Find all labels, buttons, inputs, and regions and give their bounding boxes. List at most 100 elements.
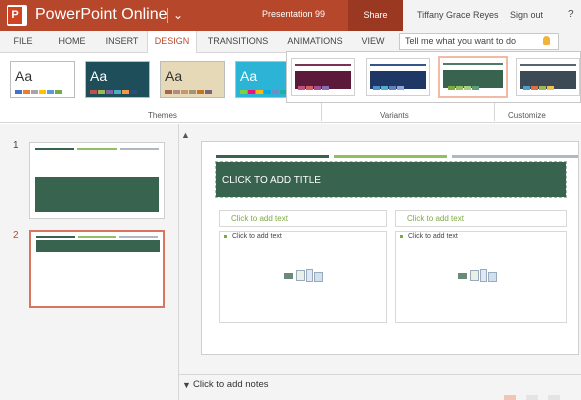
variant-swatches	[373, 86, 404, 90]
insert-picture-icon[interactable]	[306, 269, 313, 282]
left-header-placeholder[interactable]: Click to add text	[219, 210, 387, 227]
right-header-placeholder[interactable]: Click to add text	[395, 210, 567, 227]
insert-video-icon[interactable]	[488, 272, 497, 282]
color-swatch	[306, 86, 313, 90]
tab-insert[interactable]: INSERT	[101, 31, 143, 53]
sign-out-link[interactable]: Sign out	[510, 10, 543, 20]
variant-topline	[370, 64, 426, 66]
chevron-down-icon[interactable]: ⌄	[173, 6, 183, 24]
right-header-text: Click to add text	[407, 214, 464, 223]
title-bar: P PowerPoint Online ⌄ Presentation 99 Sh…	[0, 0, 581, 31]
slide-thumbnail-1[interactable]	[29, 142, 165, 219]
insert-content-icons[interactable]	[284, 269, 324, 285]
color-swatch	[314, 86, 321, 90]
tell-me-search-input[interactable]: Tell me what you want to do	[399, 33, 559, 50]
notes-placeholder[interactable]: Click to add notes	[193, 379, 269, 390]
slide-sorter-button[interactable]	[526, 395, 538, 400]
theme-thumbnail-parchment[interactable]: Aa	[160, 61, 225, 98]
slide-title-placeholder[interactable]: CLICK TO ADD TITLE	[215, 161, 567, 198]
color-swatch	[448, 86, 455, 90]
tab-animations[interactable]: ANIMATIONS	[281, 31, 349, 53]
variant-thumbnail-slate[interactable]	[516, 58, 580, 96]
variant-topline	[520, 64, 576, 66]
chevron-down-icon[interactable]: ▼	[182, 380, 191, 390]
color-swatch	[39, 90, 46, 94]
left-content-placeholder[interactable]: Click to add text	[219, 231, 387, 323]
color-swatch	[205, 90, 212, 94]
powerpoint-logo-icon[interactable]: P	[7, 5, 27, 26]
variants-group-label: Variants	[380, 111, 409, 120]
color-swatch	[322, 86, 329, 90]
share-button[interactable]: Share	[348, 0, 403, 31]
theme-thumbnail-dark[interactable]: Aa	[85, 61, 150, 98]
color-swatch	[531, 86, 538, 90]
insert-table-icon[interactable]	[470, 270, 479, 281]
color-swatch	[256, 90, 263, 94]
user-name[interactable]: Tiffany Grace Reyes	[417, 10, 499, 20]
slide-number: 1	[13, 140, 19, 151]
theme-thumbnail-office[interactable]: Aa	[10, 61, 75, 98]
variant-thumbnail-green[interactable]	[438, 56, 508, 98]
insert-smartart-icon[interactable]	[284, 273, 293, 279]
insert-table-icon[interactable]	[296, 270, 305, 281]
variant-swatches	[448, 86, 479, 90]
color-swatch	[248, 90, 255, 94]
variant-thumbnail-navy[interactable]	[366, 58, 430, 96]
insert-picture-icon[interactable]	[480, 269, 487, 282]
help-icon[interactable]: ?	[568, 9, 574, 20]
reading-view-button[interactable]	[548, 395, 560, 400]
color-swatch	[264, 90, 271, 94]
variant-thumbnail-purple[interactable]	[291, 58, 355, 96]
tab-view[interactable]: VIEW	[356, 31, 390, 53]
slide-canvas[interactable]: CLICK TO ADD TITLE Click to add text Cli…	[201, 141, 579, 355]
color-swatch	[130, 90, 137, 94]
slide-accent-lines	[216, 155, 578, 158]
theme-sample-text: Aa	[165, 68, 183, 84]
slide-thumbnail-2[interactable]	[29, 230, 165, 308]
color-swatch	[173, 90, 180, 94]
normal-view-button[interactable]	[504, 395, 516, 400]
right-content-text: Click to add text	[408, 233, 458, 240]
color-swatch	[122, 90, 129, 94]
color-swatch	[31, 90, 38, 94]
document-name[interactable]: Presentation 99	[262, 9, 325, 19]
tab-transitions[interactable]: TRANSITIONS	[204, 31, 272, 53]
theme-sample-text: Aa	[90, 68, 108, 84]
app-name[interactable]: PowerPoint Online	[35, 5, 168, 25]
color-swatch	[381, 86, 388, 90]
insert-content-icons[interactable]	[458, 269, 498, 285]
color-swatch	[298, 86, 305, 90]
slide-thumb-title-band	[35, 177, 159, 212]
color-swatch	[114, 90, 121, 94]
theme-sample-text: Aa	[15, 68, 33, 84]
theme-swatches	[165, 90, 212, 94]
color-swatch	[15, 90, 22, 94]
color-swatch	[181, 90, 188, 94]
lightbulb-icon	[543, 36, 550, 45]
bullet-icon	[224, 235, 227, 238]
right-content-placeholder[interactable]: Click to add text	[395, 231, 567, 323]
tab-file[interactable]: FILE	[8, 31, 38, 53]
tab-design[interactable]: DESIGN	[147, 31, 197, 54]
editor-scrollbar[interactable]: ▲	[179, 124, 193, 374]
color-swatch	[373, 86, 380, 90]
group-divider	[494, 103, 495, 121]
insert-video-icon[interactable]	[314, 272, 323, 282]
theme-swatches	[90, 90, 137, 94]
customize-group-label: Customize	[508, 111, 546, 120]
color-swatch	[98, 90, 105, 94]
insert-smartart-icon[interactable]	[458, 273, 467, 279]
left-header-text: Click to add text	[231, 214, 288, 223]
color-swatch	[240, 90, 247, 94]
color-swatch	[106, 90, 113, 94]
theme-swatches	[240, 90, 287, 94]
variant-topline	[295, 64, 351, 66]
status-bar-view-buttons[interactable]	[490, 394, 581, 400]
bullet-icon	[400, 235, 403, 238]
tab-home[interactable]: HOME	[52, 31, 92, 53]
color-swatch	[197, 90, 204, 94]
chevron-up-icon[interactable]: ▲	[181, 130, 190, 140]
color-swatch	[472, 86, 479, 90]
color-swatch	[90, 90, 97, 94]
themes-group-label: Themes	[148, 111, 177, 120]
